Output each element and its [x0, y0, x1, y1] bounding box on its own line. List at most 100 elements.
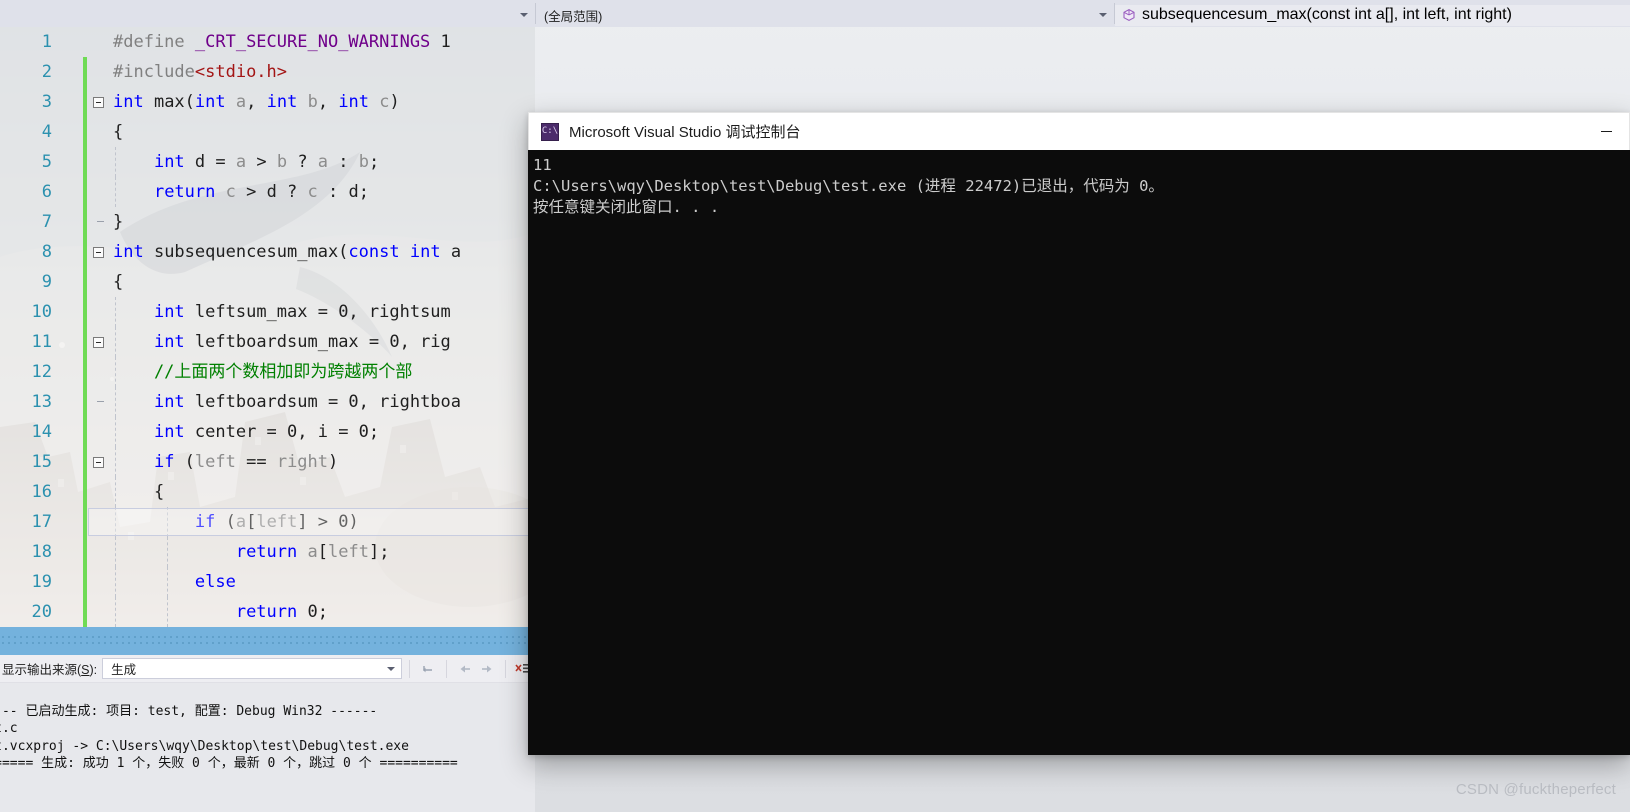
code-text[interactable]: { [109, 477, 535, 507]
code-line[interactable]: 16 { [0, 477, 535, 507]
console-title-bar[interactable]: C:\ Microsoft Visual Studio 调试控制台 [528, 112, 1630, 150]
fold-gutter[interactable] [87, 456, 109, 468]
scope-selector-box[interactable]: (全局范围) [536, 4, 1114, 26]
code-text[interactable]: return c > d ? c : d; [109, 177, 535, 207]
code-text[interactable]: int leftboardsum_max = 0, rig [109, 327, 535, 357]
code-text[interactable]: int leftsum_max = 0, rightsum [109, 297, 535, 327]
collapse-minus-icon[interactable] [92, 456, 104, 468]
code-line[interactable]: 2 #include<stdio.h> [0, 57, 535, 87]
collapse-minus-icon[interactable] [92, 96, 104, 108]
member-selector-box[interactable]: subsequencesum_max(const int a[], int le… [1115, 4, 1630, 26]
indent-guide [115, 567, 116, 597]
project-selector-box[interactable] [0, 4, 535, 26]
code-token: int [153, 302, 185, 322]
fold-gutter[interactable] [87, 96, 109, 108]
code-text[interactable]: #include<stdio.h> [109, 57, 535, 87]
toolbar-divider-1 [409, 659, 411, 678]
indent-guide [167, 597, 168, 627]
code-text[interactable]: int d = a > b ? a : b; [109, 147, 535, 177]
code-text[interactable]: int center = 0, i = 0; [109, 417, 535, 447]
go-to-message-icon[interactable] [417, 658, 439, 680]
change-indicator [83, 537, 87, 567]
code-token: int [153, 422, 185, 442]
code-token: { [113, 122, 124, 142]
code-token: a [235, 152, 247, 172]
screen: (全局范围) subsequencesum_max(const int a[],… [0, 0, 1630, 812]
code-text[interactable]: #define _CRT_SECURE_NO_WARNINGS 1 [109, 27, 535, 57]
code-line[interactable]: 17 if (a[left] > 0) [0, 507, 535, 537]
change-indicator [83, 417, 87, 447]
code-line[interactable]: 19 else [0, 567, 535, 597]
code-line[interactable]: 15 if (left == right) [0, 447, 535, 477]
line-number: 7 [41, 212, 52, 232]
code-token: { [113, 482, 165, 502]
code-line[interactable]: 1 #define _CRT_SECURE_NO_WARNINGS 1 [0, 27, 535, 57]
previous-message-icon[interactable] [454, 658, 476, 680]
horizontal-splitter[interactable] [0, 627, 535, 655]
code-lines[interactable]: 1 #define _CRT_SECURE_NO_WARNINGS 1 2 #incl… [0, 27, 535, 627]
code-line[interactable]: 4{ [0, 117, 535, 147]
project-selector-combo[interactable] [0, 0, 535, 27]
code-text[interactable]: int subsequencesum_max(const int a [109, 237, 535, 267]
code-text[interactable]: int leftboardsum = 0, rightboa [109, 387, 535, 417]
debug-console-window[interactable]: C:\ Microsoft Visual Studio 调试控制台 11 C:\U… [528, 112, 1630, 755]
code-line[interactable]: 12 //上面两个数相加即为跨越两个部 [0, 357, 535, 387]
member-selector-combo[interactable]: subsequencesum_max(const int a[], int le… [1115, 0, 1630, 27]
code-text[interactable]: return 0; [109, 597, 535, 627]
code-text[interactable]: } [109, 207, 535, 237]
code-token: subsequencesum_max( [143, 242, 349, 262]
minimize-button[interactable] [1583, 113, 1629, 151]
code-text[interactable]: //上面两个数相加即为跨越两个部 [109, 357, 535, 387]
console-app-icon: C:\ [541, 122, 559, 141]
line-number: 14 [31, 422, 52, 442]
code-line[interactable]: 11 int leftboardsum_max = 0, rig [0, 327, 535, 357]
code-token: int [266, 92, 298, 112]
code-text[interactable]: int max(int a, int b, int c) [109, 87, 535, 117]
indent-guide [115, 447, 116, 477]
code-line[interactable]: 3 int max(int a, int b, int c) [0, 87, 535, 117]
code-line[interactable]: 18 return a[left]; [0, 537, 535, 567]
collapse-minus-icon[interactable] [92, 246, 104, 258]
console-output-text[interactable]: 11 C:\Users\wqy\Desktop\test\Debug\test.e… [528, 150, 1630, 755]
code-line[interactable]: 8 int subsequencesum_max(const int a [0, 237, 535, 267]
change-indicator [83, 267, 87, 297]
code-text[interactable]: return a[left]; [109, 537, 535, 567]
code-token: leftboardsum_max = 0, rig [184, 332, 451, 352]
fold-gutter[interactable] [87, 336, 109, 348]
indent-guide [115, 597, 116, 627]
code-token: a [307, 542, 318, 562]
code-line[interactable]: 20 return 0; [0, 597, 535, 627]
line-number: 1 [41, 32, 52, 52]
code-token: left [256, 512, 298, 532]
code-line[interactable]: 7} [0, 207, 535, 237]
code-line[interactable]: 9{ [0, 267, 535, 297]
code-token: else [194, 572, 236, 592]
code-text[interactable]: if (a[left] > 0) [109, 507, 535, 537]
indent-guide [115, 327, 116, 357]
code-line[interactable]: 5 int d = a > b ? a : b; [0, 147, 535, 177]
fold-gutter[interactable] [87, 246, 109, 258]
code-line[interactable]: 14 int center = 0, i = 0; [0, 417, 535, 447]
minimize-icon [1600, 131, 1612, 132]
code-token: c [225, 182, 236, 202]
code-editor[interactable]: 1 #define _CRT_SECURE_NO_WARNINGS 1 2 #incl… [0, 27, 535, 627]
code-line[interactable]: 6 return c > d ? c : d; [0, 177, 535, 207]
output-panel-text[interactable]: 1>------ 已启动生成: 项目: test, 配置: Debug Win3… [0, 683, 535, 812]
change-indicator [83, 207, 87, 237]
code-token: if [194, 512, 216, 532]
code-text[interactable]: if (left == right) [109, 447, 535, 477]
code-line[interactable]: 13 int leftboardsum = 0, rightboa [0, 387, 535, 417]
code-text[interactable]: else [109, 567, 535, 597]
line-number: 4 [41, 122, 52, 142]
code-text[interactable]: { [109, 267, 535, 297]
scope-selector-combo[interactable]: (全局范围) [536, 0, 1114, 27]
next-message-icon[interactable] [476, 658, 498, 680]
code-line[interactable]: 10 int leftsum_max = 0, rightsum [0, 297, 535, 327]
code-text[interactable]: { [109, 117, 535, 147]
console-app-icon-label: C:\ [541, 126, 559, 136]
collapse-minus-icon[interactable] [92, 336, 104, 348]
editor-navigation-bar: (全局范围) subsequencesum_max(const int a[],… [0, 0, 1630, 27]
output-source-combo[interactable]: 生成 [102, 658, 403, 679]
